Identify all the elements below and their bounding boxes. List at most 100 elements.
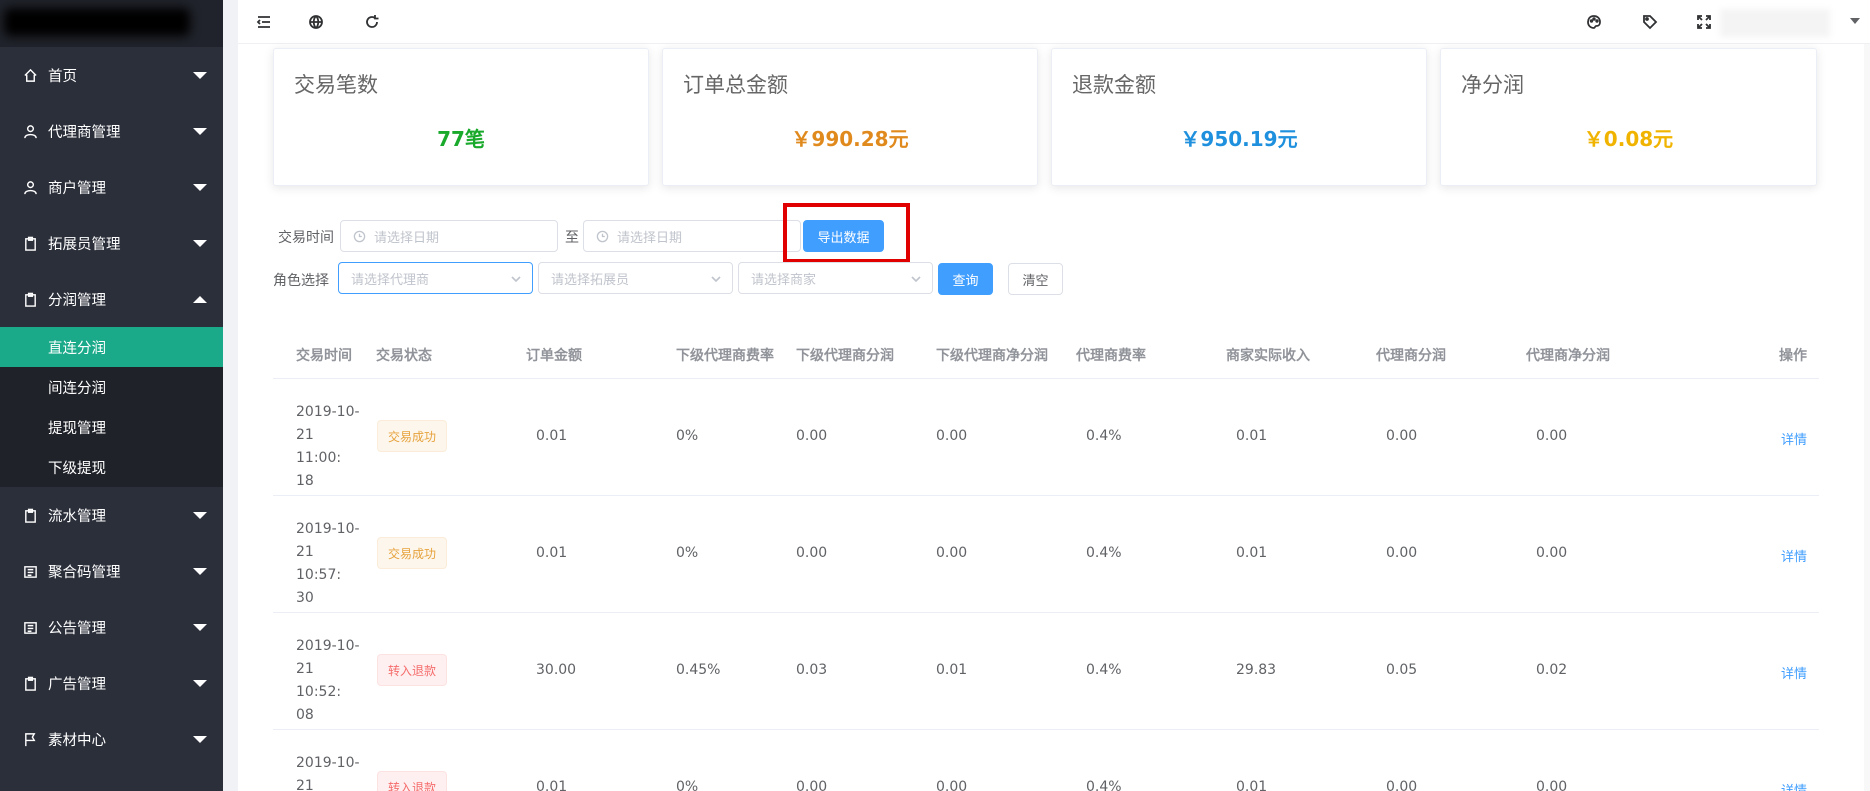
sidebar-item-label: 代理商管理 — [48, 124, 121, 141]
sidebar-item-label: 拓展员管理 — [48, 236, 121, 253]
col-header: 代理商分润 — [1376, 348, 1446, 364]
table-cell-rate: 0.4% — [1086, 428, 1122, 444]
globe-icon[interactable] — [306, 12, 326, 32]
table-cell-profit: 0.00 — [1386, 779, 1418, 791]
menu-fold-icon[interactable] — [254, 12, 274, 32]
table-cell-amount: 0.01 — [536, 545, 568, 561]
sidebar-item-label: 分润管理 — [48, 292, 106, 309]
table-cell-amount: 30.00 — [536, 662, 577, 678]
chevron-down-icon — [193, 184, 207, 191]
main-gutter — [223, 0, 238, 791]
table-cell-income: 0.01 — [1236, 545, 1268, 561]
time-line: 21 09:17: — [296, 778, 314, 791]
table-cell-sub-profit: 0.00 — [796, 428, 828, 444]
table-cell-amount: 0.01 — [536, 779, 568, 791]
user-dropdown-icon[interactable] — [1850, 18, 1860, 24]
sidebar-item-label: 公告管理 — [48, 620, 106, 637]
stat-card-net-profit: 净分润 ￥0.08元 — [1440, 48, 1817, 186]
logo[interactable] — [4, 8, 190, 36]
sidebar-item-materials[interactable]: 素材中心 — [0, 711, 223, 767]
sidebar-item-home[interactable]: 首页 — [0, 47, 223, 103]
sidebar-item-aggregate-code[interactable]: 聚合码管理 — [0, 543, 223, 599]
expander-select[interactable]: 请选择拓展员 — [538, 262, 733, 294]
table-cell-net: 0.00 — [1536, 545, 1568, 561]
sidebar-item-merchants[interactable]: 商户管理 — [0, 159, 223, 215]
divider — [273, 378, 1819, 379]
user-avatar[interactable] — [1720, 9, 1830, 37]
stat-title: 订单总金额 — [683, 73, 788, 97]
chevron-down-icon — [193, 568, 207, 575]
sidebar-item-flow[interactable]: 流水管理 — [0, 487, 223, 543]
sidebar-subitem-withdrawal[interactable]: 提现管理 — [0, 407, 223, 447]
agent-select[interactable]: 请选择代理商 — [338, 262, 533, 294]
sidebar-subitem-indirect-profit[interactable]: 间连分润 — [0, 367, 223, 407]
table-cell-sub-net: 0.01 — [936, 662, 968, 678]
sidebar-item-label: 流水管理 — [48, 508, 106, 525]
col-header: 下级代理商分润 — [796, 348, 894, 364]
sidebar-item-agents[interactable]: 代理商管理 — [0, 103, 223, 159]
table-cell-net: 0.00 — [1536, 428, 1568, 444]
clear-button[interactable]: 清空 — [1008, 263, 1063, 295]
document-icon — [22, 563, 38, 579]
col-header: 商家实际收入 — [1226, 348, 1310, 364]
highlight-annotation — [783, 203, 910, 263]
status-badge: 交易成功 — [377, 420, 447, 452]
chevron-down-icon — [193, 736, 207, 743]
table-cell-net: 0.02 — [1536, 662, 1568, 678]
detail-link[interactable]: 详情 — [1781, 780, 1807, 791]
chevron-down-icon — [510, 273, 522, 285]
table-cell-sub-profit: 0.00 — [796, 545, 828, 561]
clock-icon — [596, 230, 609, 243]
status-badge: 转入退款 — [377, 771, 447, 791]
chevron-down-icon — [193, 128, 207, 135]
sidebar-item-label: 素材中心 — [48, 732, 106, 749]
table-cell-net: 0.00 — [1536, 779, 1568, 791]
table-cell-time: 2019-10- 21 10:52: 08 — [296, 635, 360, 727]
table-cell-rate: 0.4% — [1086, 545, 1122, 561]
sidebar-item-expanders[interactable]: 拓展员管理 — [0, 215, 223, 271]
scrollbar[interactable] — [1864, 44, 1870, 791]
sidebar-subitem-sub-withdrawal[interactable]: 下级提现 — [0, 447, 223, 487]
time-label: 交易时间 — [278, 230, 334, 246]
clipboard-icon — [22, 235, 38, 251]
table-cell-sub-rate: 0% — [676, 545, 699, 561]
stat-card-transactions: 交易笔数 77笔 — [273, 48, 649, 186]
merchant-select[interactable]: 请选择商家 — [738, 262, 933, 294]
start-date-input[interactable]: 请选择日期 — [340, 220, 558, 252]
sidebar-subitem-direct-profit[interactable]: 直连分润 — [0, 327, 223, 367]
sidebar-item-profit-sharing[interactable]: 分润管理 — [0, 271, 223, 327]
clock-icon — [353, 230, 366, 243]
time-line: 2019-10- — [296, 521, 360, 537]
detail-link[interactable]: 详情 — [1781, 546, 1807, 565]
time-line: 21 10:57: — [296, 544, 342, 583]
status-badge: 转入退款 — [377, 654, 447, 686]
detail-link[interactable]: 详情 — [1781, 663, 1807, 682]
stat-value: ￥950.19元 — [1180, 127, 1298, 151]
col-header: 下级代理商净分润 — [936, 348, 1048, 364]
col-header: 交易状态 — [376, 348, 432, 364]
stat-title: 交易笔数 — [294, 73, 378, 97]
table-cell-profit: 0.05 — [1386, 662, 1418, 678]
divider — [273, 729, 1819, 730]
table-cell-sub-net: 0.00 — [936, 545, 968, 561]
query-button[interactable]: 查询 — [938, 263, 993, 295]
tag-icon[interactable] — [1640, 12, 1660, 32]
sidebar-item-announcements[interactable]: 公告管理 — [0, 599, 223, 655]
table-cell-sub-profit: 0.00 — [796, 779, 828, 791]
sidebar-item-label: 商户管理 — [48, 180, 106, 197]
sidebar-item-ads[interactable]: 广告管理 — [0, 655, 223, 711]
col-header: 订单金额 — [526, 348, 582, 364]
col-header: 代理商净分润 — [1526, 348, 1610, 364]
col-header: 下级代理商费率 — [676, 348, 774, 364]
fullscreen-icon[interactable] — [1694, 12, 1714, 32]
agent-placeholder: 请选择代理商 — [351, 272, 430, 288]
stat-value: ￥0.08元 — [1583, 127, 1674, 151]
end-date-input[interactable]: 请选择日期 — [583, 220, 801, 252]
refresh-icon[interactable] — [362, 12, 382, 32]
table-cell-income: 29.83 — [1236, 662, 1277, 678]
palette-icon[interactable] — [1584, 12, 1604, 32]
user-icon — [22, 123, 38, 139]
detail-link[interactable]: 详情 — [1781, 429, 1807, 448]
end-date-placeholder: 请选择日期 — [617, 230, 683, 246]
time-line: 2019-10- — [296, 404, 360, 420]
